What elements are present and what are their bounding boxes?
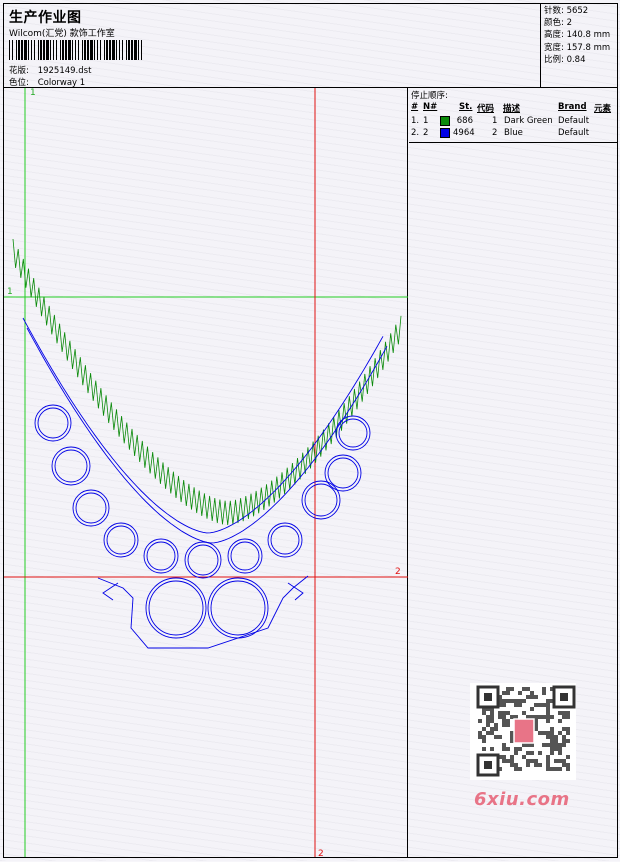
worksheet: 生产作业图 Wilcom(汇党) 款饰工作室 花版: 1925149.dst 色… — [0, 0, 620, 861]
page-border — [3, 3, 618, 858]
